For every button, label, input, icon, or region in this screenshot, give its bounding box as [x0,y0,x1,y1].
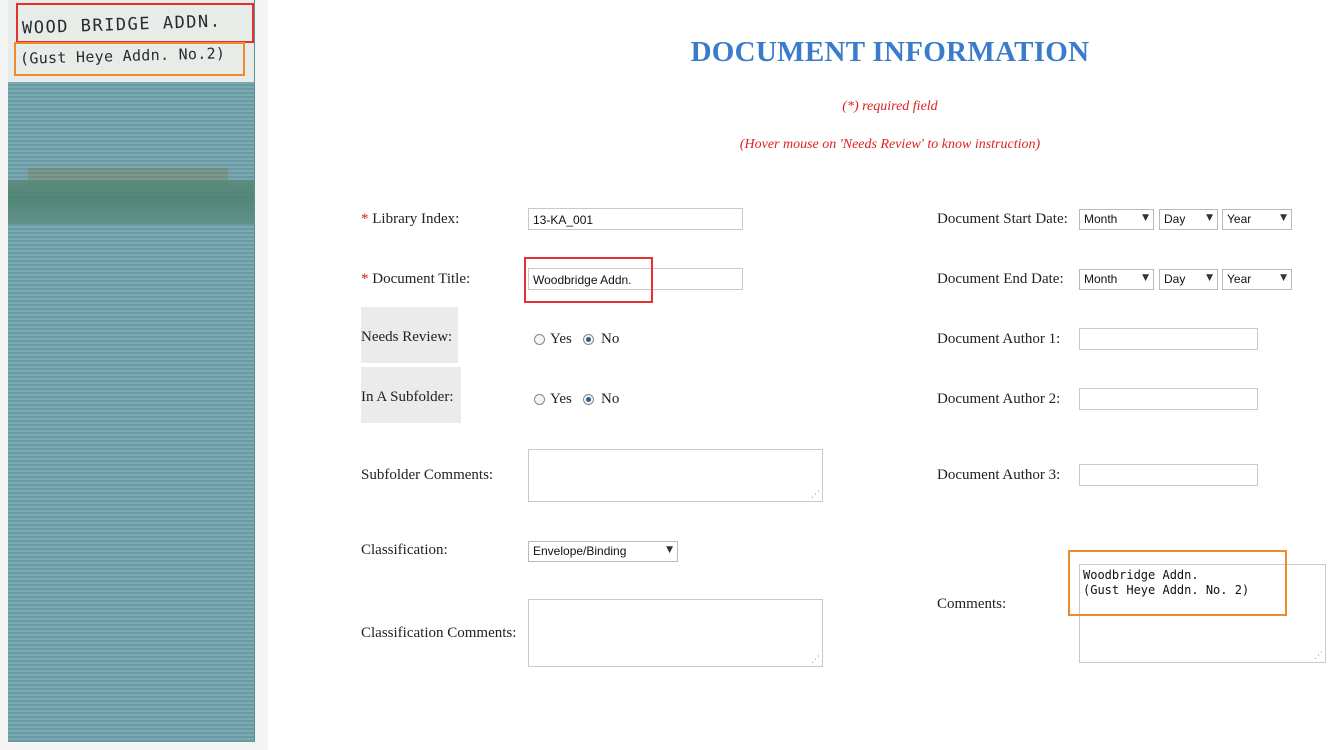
in-subfolder-no-radio[interactable] [583,394,594,405]
start-month-value: Month [1084,212,1118,226]
chevron-down-icon: ▼ [1206,213,1213,223]
required-mark: * [361,211,369,227]
chevron-down-icon: ▼ [1280,273,1287,283]
hover-instruction-note: (Hover mouse on 'Needs Review' to know i… [739,137,1041,152]
start-day-select[interactable]: Day ▼ [1159,209,1218,230]
end-year-value: Year [1227,272,1252,286]
document-title-label-text: Document Title: [372,271,471,287]
author2-input[interactable] [1079,388,1258,410]
subfolder-comments-label: Subfolder Comments: [361,467,494,483]
in-subfolder-label: In A Subfolder: [361,389,454,405]
in-subfolder-yes-radio[interactable] [534,394,545,405]
resize-grip-icon[interactable]: ⋰ [811,491,820,500]
in-subfolder-no-label: No [601,391,620,407]
subfolder-comments-textarea[interactable]: ⋰ [528,449,823,502]
classification-select[interactable]: Envelope/Binding ▼ [528,541,678,562]
chevron-down-icon: ▼ [1142,213,1149,223]
needs-review-label: Needs Review: [361,329,453,345]
author1-label: Document Author 1: [937,331,1061,347]
needs-review-yes-label: Yes [550,331,572,347]
resize-grip-icon[interactable]: ⋰ [1314,652,1323,661]
resize-grip-icon[interactable]: ⋰ [811,656,820,665]
library-index-input[interactable]: 13-KA_001 [528,208,743,230]
author1-input[interactable] [1079,328,1258,350]
start-date-label: Document Start Date: [937,211,1068,227]
highlight-box-document-title [524,257,653,303]
required-mark: * [361,271,369,287]
chevron-down-icon: ▼ [1206,273,1213,283]
classification-selected-value: Envelope/Binding [533,544,627,558]
end-date-label: Document End Date: [937,271,1064,287]
needs-review-yes-radio[interactable] [534,334,545,345]
highlight-box-comments [1068,550,1287,616]
end-month-select[interactable]: Month ▼ [1079,269,1154,290]
required-field-note: (*) required field [842,99,938,114]
author2-label: Document Author 2: [937,391,1061,407]
in-subfolder-yes-label: Yes [550,391,572,407]
highlight-box-subtitle [14,42,245,76]
classification-label: Classification: [361,542,448,558]
author3-label: Document Author 3: [937,467,1061,483]
end-day-select[interactable]: Day ▼ [1159,269,1218,290]
end-year-select[interactable]: Year ▼ [1222,269,1292,290]
tape-strip [8,180,254,224]
library-index-label-text: Library Index: [372,211,460,227]
chevron-down-icon: ▼ [666,545,673,555]
document-scan-image: WOOD BRIDGE ADDN. (Gust Heye Addn. No.2) [0,0,268,750]
start-month-select[interactable]: Month ▼ [1079,209,1154,230]
end-month-value: Month [1084,272,1118,286]
classification-comments-label: Classification Comments: [361,625,517,641]
start-day-value: Day [1164,212,1186,226]
page-title: DOCUMENT INFORMATION [690,36,1090,68]
library-index-label: * Library Index: [361,211,459,228]
end-day-value: Day [1164,272,1186,286]
start-year-select[interactable]: Year ▼ [1222,209,1292,230]
start-year-value: Year [1227,212,1252,226]
comments-label: Comments: [937,596,1007,612]
document-title-label: * Document Title: [361,271,470,288]
chevron-down-icon: ▼ [1280,213,1287,223]
needs-review-no-label: No [601,331,620,347]
chevron-down-icon: ▼ [1142,273,1149,283]
classification-comments-textarea[interactable]: ⋰ [528,599,823,667]
highlight-box-title [16,3,254,43]
scanned-envelope [8,0,255,742]
needs-review-no-radio[interactable] [583,334,594,345]
author3-input[interactable] [1079,464,1258,486]
